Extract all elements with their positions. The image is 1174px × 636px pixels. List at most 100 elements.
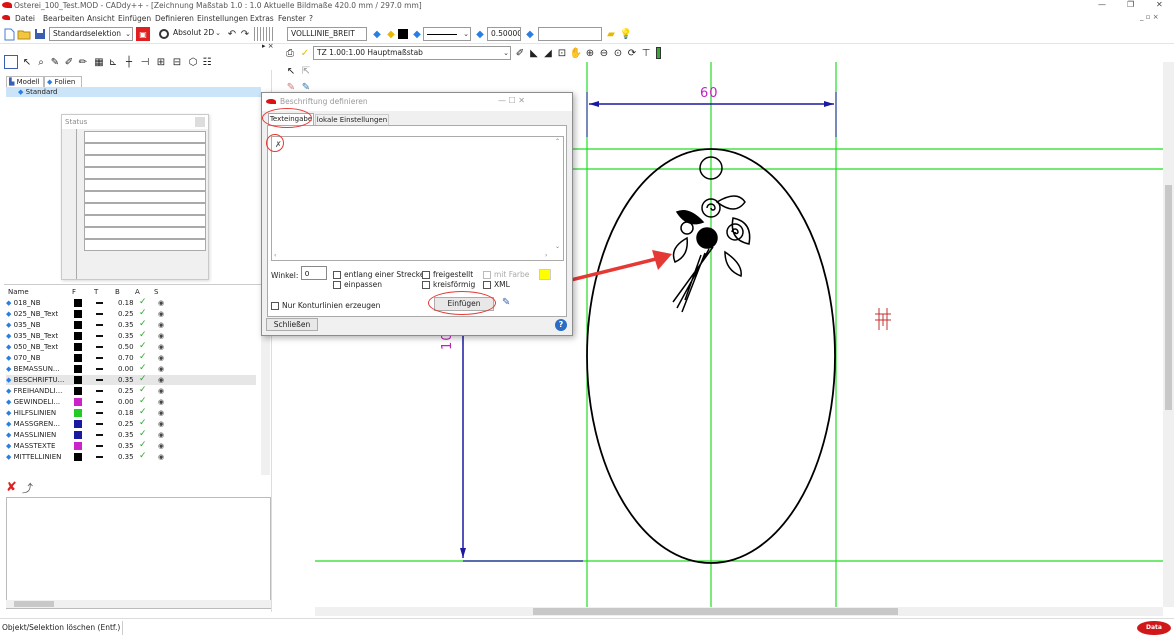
layer-color-swatch[interactable] xyxy=(74,365,82,373)
lightbulb-icon[interactable]: 💡 xyxy=(619,27,633,41)
check-icon[interactable]: ✓ xyxy=(139,342,147,351)
check-icon[interactable]: ✓ xyxy=(139,419,147,428)
color-swatch-black[interactable] xyxy=(398,29,408,39)
layer-row[interactable]: ◆ 070_NB 0.70 ✓ ◉ xyxy=(6,353,256,363)
layer-linetype[interactable] xyxy=(96,423,103,425)
grid-icon[interactable] xyxy=(254,27,274,41)
folder-icon[interactable]: ▰ xyxy=(604,27,618,41)
select-arrow-icon[interactable]: ↖ xyxy=(284,64,298,78)
pin-tool-icon[interactable]: ⤴ xyxy=(22,480,33,496)
dim-text-width[interactable]: 60 xyxy=(700,86,719,101)
layer-width[interactable]: 0.35 xyxy=(118,452,134,462)
window-icon[interactable] xyxy=(4,55,18,69)
check-icon[interactable]: ✓ xyxy=(139,430,147,439)
textarea-scroll-up[interactable]: ⌃ xyxy=(555,138,560,145)
layer-width[interactable]: 0.35 xyxy=(118,375,134,385)
col-s[interactable]: S xyxy=(154,288,158,296)
layer-width[interactable]: 0.00 xyxy=(118,397,134,407)
mdi-controls[interactable]: _ ▫ × xyxy=(1140,13,1159,21)
layer-linetype[interactable] xyxy=(96,346,103,348)
eye-icon[interactable]: ◉ xyxy=(158,430,164,440)
eye-icon[interactable]: ◉ xyxy=(158,408,164,418)
layer-linetype[interactable] xyxy=(96,324,103,326)
layer-row[interactable]: ◆ 035_NB 0.35 ✓ ◉ xyxy=(6,320,256,330)
scale-icon[interactable]: ✓ xyxy=(298,46,312,60)
col-t[interactable]: T xyxy=(94,288,98,296)
menu-einstellungen[interactable]: Einstellungen xyxy=(197,14,248,23)
check-icon[interactable]: ✓ xyxy=(139,309,147,318)
col-name[interactable]: Name xyxy=(8,288,29,296)
layer-color-swatch[interactable] xyxy=(74,431,82,439)
scale-select[interactable]: TZ 1.00:1.00 Hauptmaßstab ⌄ xyxy=(313,46,511,60)
layer-color-swatch[interactable] xyxy=(74,376,82,384)
layer-color-swatch[interactable] xyxy=(74,409,82,417)
layer-color-swatch[interactable] xyxy=(74,332,82,340)
eye-icon[interactable]: ◉ xyxy=(158,375,164,385)
eye-icon[interactable]: ◉ xyxy=(158,320,164,330)
table-icon[interactable]: ▦ xyxy=(92,55,106,69)
col-a[interactable]: A xyxy=(135,288,140,296)
zoom-in-icon[interactable]: ⊕ xyxy=(583,46,597,60)
layer-linetype[interactable] xyxy=(96,401,103,403)
check-icon[interactable]: ✓ xyxy=(139,452,147,461)
eye-icon[interactable]: ◉ xyxy=(158,452,164,462)
layer-row[interactable]: ◆ MASSGREN... 0.25 ✓ ◉ xyxy=(6,419,256,429)
dialog-window-controls[interactable]: — ☐ ✕ xyxy=(498,96,525,105)
menu-bearbeiten[interactable]: Bearbeiten xyxy=(43,14,84,23)
layer-linetype[interactable] xyxy=(96,445,103,447)
redo-icon[interactable]: ↷ xyxy=(238,27,252,41)
layer-stack-icon[interactable]: ◆ xyxy=(370,27,384,41)
eye-icon[interactable]: ◉ xyxy=(158,331,164,341)
layer-color-icon[interactable]: ◆ xyxy=(384,27,398,41)
menu-definieren[interactable]: Definieren xyxy=(155,14,194,23)
check-icon[interactable]: ✓ xyxy=(139,397,147,406)
menu-help[interactable]: ? xyxy=(309,14,313,23)
eye-icon[interactable]: ◉ xyxy=(158,419,164,429)
layer-width[interactable]: 0.18 xyxy=(118,298,134,308)
menu-fenster[interactable]: Fenster xyxy=(278,14,306,23)
col-b[interactable]: B xyxy=(115,288,120,296)
check-icon[interactable]: ✓ xyxy=(139,353,147,362)
layer-width[interactable]: 0.35 xyxy=(118,320,134,330)
layer-color-swatch[interactable] xyxy=(74,442,82,450)
layer-row[interactable]: ◆ BEMASSUN... 0.00 ✓ ◉ xyxy=(6,364,256,374)
maximize-button[interactable]: ❐ xyxy=(1127,0,1134,9)
pen-icon[interactable]: ✎ xyxy=(48,55,62,69)
check-icon[interactable]: ✓ xyxy=(139,320,147,329)
check-icon[interactable]: ✓ xyxy=(139,375,147,384)
layer-color-swatch[interactable] xyxy=(74,310,82,318)
color-swatch-yellow[interactable] xyxy=(539,269,551,280)
eye-icon[interactable]: ◉ xyxy=(158,353,164,363)
layer-color-swatch[interactable] xyxy=(74,387,82,395)
zoom-out-icon[interactable]: ⊖ xyxy=(597,46,611,60)
cross-icon[interactable]: ┼ xyxy=(122,55,136,69)
canvas-vscroll-thumb[interactable] xyxy=(1165,185,1172,410)
layer-row[interactable]: ◆ 050_NB_Text 0.50 ✓ ◉ xyxy=(6,342,256,352)
select-frame-icon[interactable]: ⇱ xyxy=(299,64,313,78)
linetype-icon[interactable]: ◆ xyxy=(410,27,424,41)
linetype-select[interactable]: ⌄ xyxy=(423,27,471,41)
linewidth-icon[interactable]: ◆ xyxy=(473,27,487,41)
pan-icon[interactable]: ✋ xyxy=(569,46,583,60)
coord-mode-select[interactable]: Absolut 2D ⌄ xyxy=(170,27,222,41)
selection-filter-icon[interactable]: ▣ xyxy=(136,27,150,41)
menu-einfuegen[interactable]: Einfügen xyxy=(118,14,151,23)
layer-color-swatch[interactable] xyxy=(74,299,82,307)
text-combo[interactable] xyxy=(538,27,602,41)
textarea-scroll-right[interactable]: › xyxy=(545,252,547,259)
free-checkbox[interactable] xyxy=(422,271,430,279)
close-dialog-button[interactable]: Schließen xyxy=(266,318,318,331)
dimension-icon[interactable]: ⊣ xyxy=(138,55,152,69)
tab-layers[interactable]: ◆ Folien xyxy=(44,76,82,87)
check-icon[interactable]: ✓ xyxy=(139,386,147,395)
layer-width[interactable]: 0.25 xyxy=(118,419,134,429)
layer-tool-icon[interactable]: ◣ xyxy=(527,46,541,60)
col-f[interactable]: F xyxy=(72,288,76,296)
layer-linetype[interactable] xyxy=(96,456,103,458)
layer-width[interactable]: 0.00 xyxy=(118,364,134,374)
layer-linetype[interactable] xyxy=(96,412,103,414)
xml-checkbox[interactable] xyxy=(483,281,491,289)
menu-datei[interactable]: Datei xyxy=(15,14,35,23)
layer-color-swatch[interactable] xyxy=(74,398,82,406)
textarea-scroll-down[interactable]: ⌄ xyxy=(555,243,560,250)
